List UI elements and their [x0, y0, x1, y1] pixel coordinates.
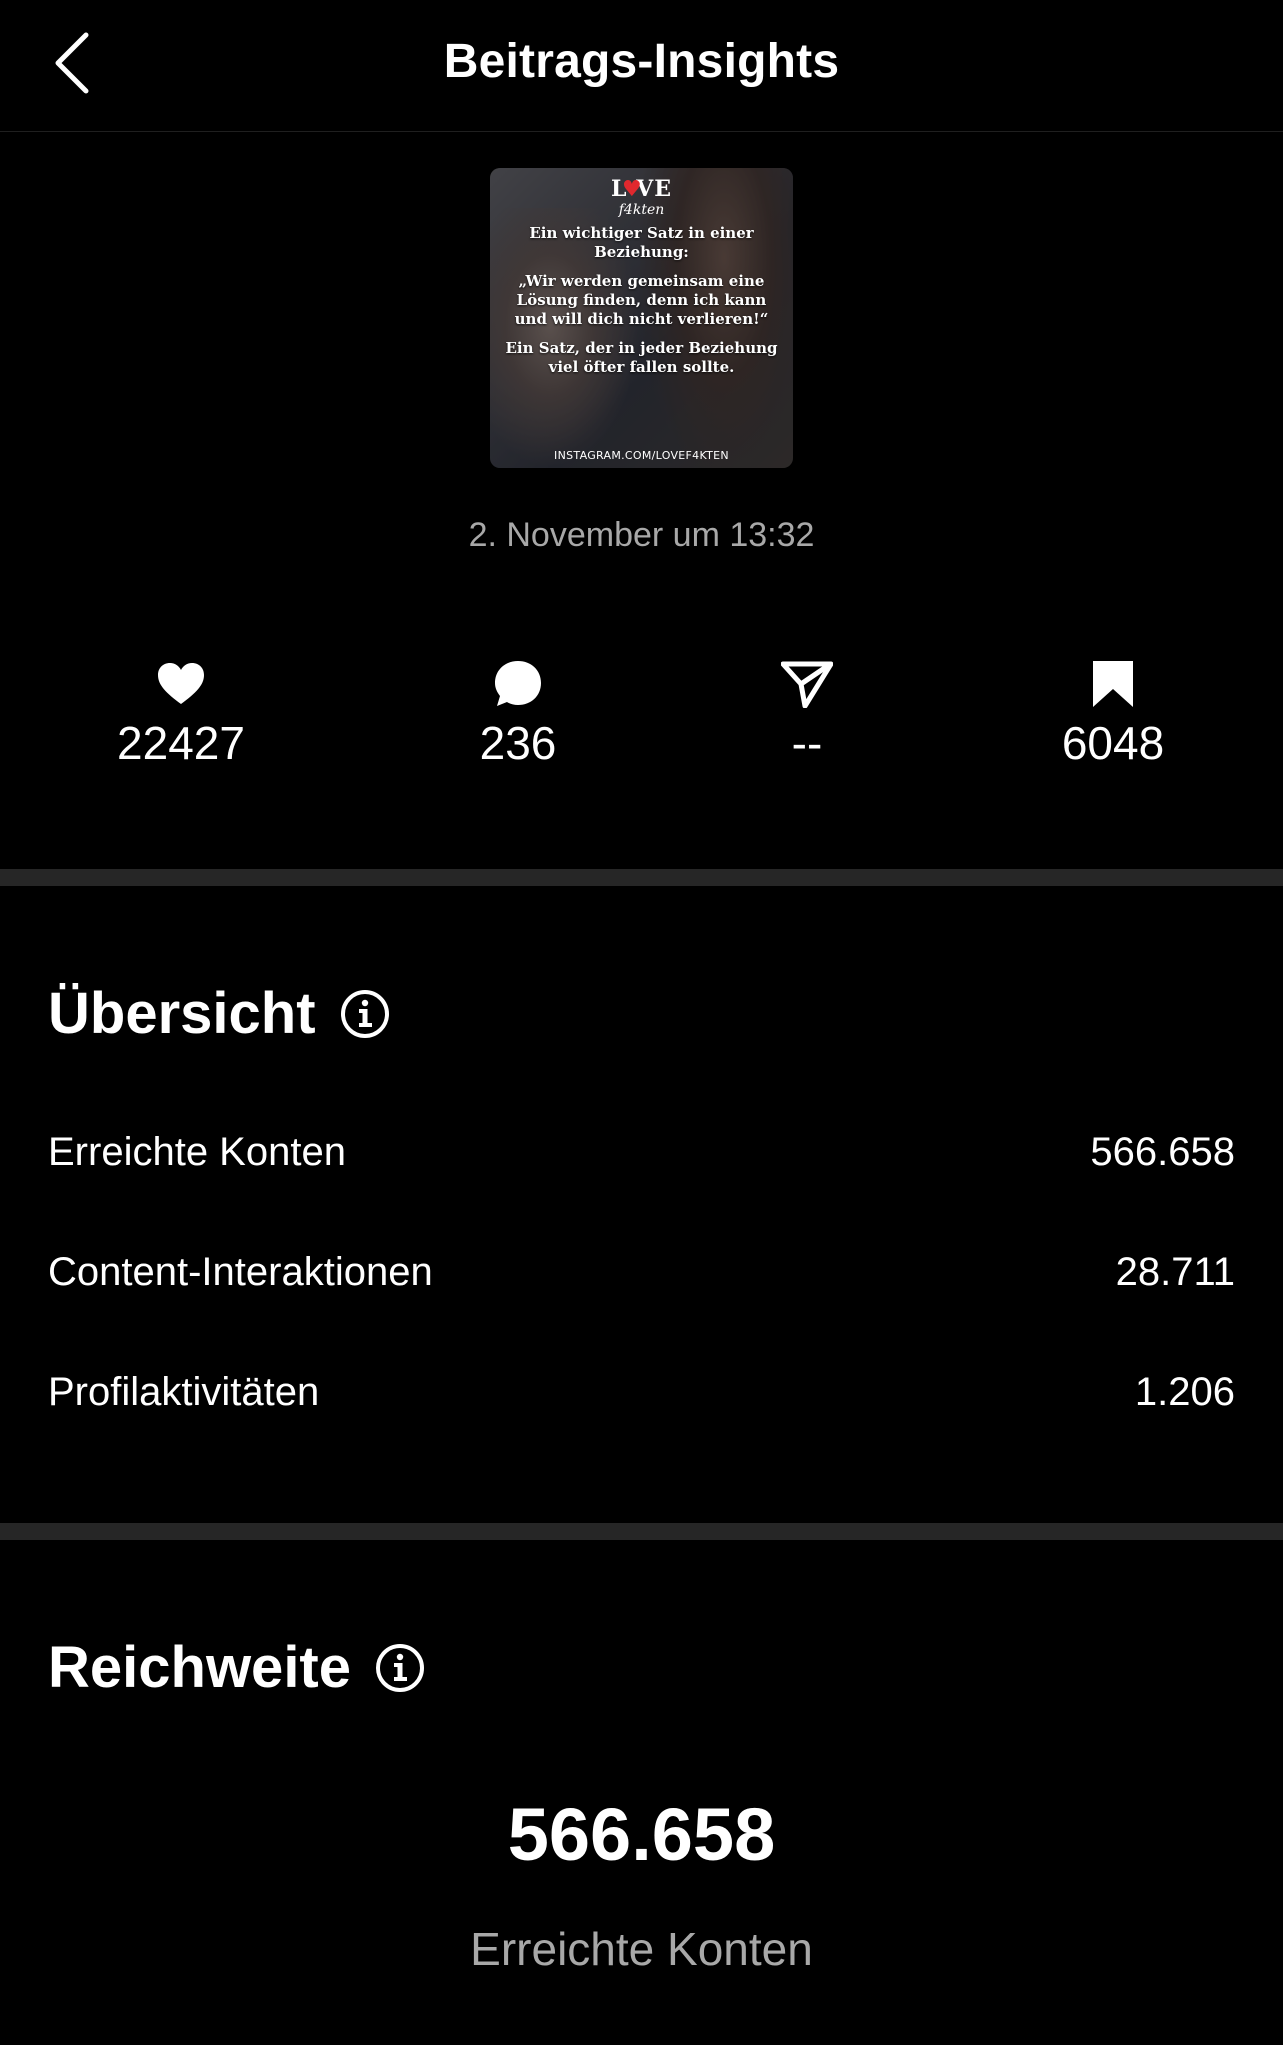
stat-comments: 236	[393, 656, 643, 770]
reach-label: Erreichte Konten	[470, 1923, 813, 1975]
heart-icon	[158, 663, 204, 704]
section-divider	[0, 1523, 1283, 1540]
quote-line: „Wir werden gemeinsam eine Lösung finden…	[514, 272, 769, 328]
overview-section-title: Übersicht	[48, 980, 390, 1047]
thumbnail-quote: Ein wichtiger Satz in einer Beziehung: „…	[504, 224, 779, 387]
shares-count: --	[791, 717, 823, 769]
row-value: 1.206	[1134, 1369, 1235, 1414]
page-title: Beitrags-Insights	[443, 35, 840, 88]
reach-section-title: Reichweite	[48, 1634, 425, 1701]
overview-row-reached-accounts[interactable]: Erreichte Konten 566.658	[48, 1122, 1235, 1182]
post-thumbnail[interactable]: L VE ♥ f4kten Ein wichtiger Satz in eine…	[490, 168, 793, 468]
quote-line: Ein wichtiger Satz in einer Beziehung:	[529, 224, 754, 261]
overview-row-content-interactions[interactable]: Content-Interaktionen 28.711	[48, 1242, 1235, 1302]
reach-value: 566.658	[507, 1793, 776, 1876]
heart-logo-icon: ♥	[622, 176, 643, 202]
row-label: Content-Interaktionen	[48, 1249, 433, 1294]
overview-row-profile-activity[interactable]: Profilaktivitäten 1.206	[48, 1362, 1235, 1422]
stat-saves: 6048	[988, 656, 1238, 770]
row-label: Profilaktivitäten	[48, 1369, 320, 1414]
stat-likes: 22427	[56, 656, 306, 770]
post-date: 2. November um 13:32	[468, 516, 815, 554]
row-label: Erreichte Konten	[48, 1129, 346, 1174]
comments-count: 236	[479, 717, 557, 769]
info-icon[interactable]	[340, 989, 390, 1039]
reach-title: Reichweite	[48, 1635, 351, 1700]
thumbnail-handle: INSTAGRAM.COM/LOVEF4KTEN	[554, 449, 729, 462]
stat-shares: --	[682, 656, 932, 770]
saves-count: 6048	[1061, 717, 1165, 769]
bookmark-icon	[1093, 661, 1133, 707]
thumbnail-logo-sub: f4kten	[618, 202, 665, 218]
section-divider	[0, 869, 1283, 886]
thumbnail-logo: L VE ♥	[611, 176, 672, 202]
share-icon	[781, 661, 833, 708]
row-value: 28.711	[1115, 1249, 1235, 1294]
header: Beitrags-Insights	[0, 0, 1283, 132]
row-value: 566.658	[1090, 1129, 1235, 1174]
likes-count: 22427	[117, 717, 245, 769]
overview-title: Übersicht	[48, 981, 316, 1046]
comment-icon	[495, 661, 541, 706]
info-icon[interactable]	[375, 1643, 425, 1693]
quote-line: Ein Satz, der in jeder Beziehung viel öf…	[505, 339, 778, 376]
